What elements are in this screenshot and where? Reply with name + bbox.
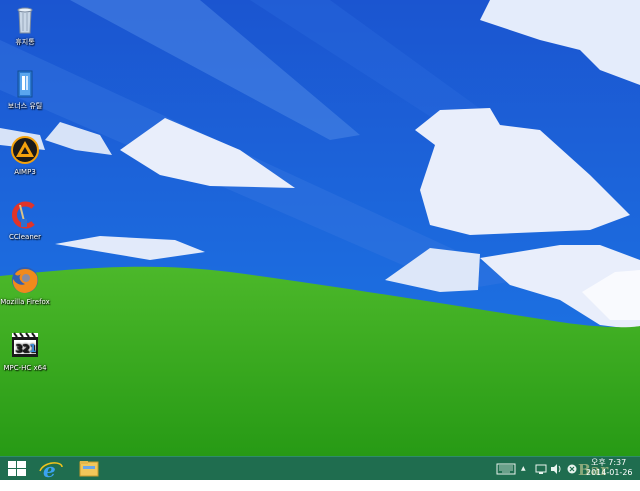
keyboard-icon bbox=[496, 463, 516, 475]
desktop-icon-label: Mozilla Firefox bbox=[0, 298, 50, 306]
internet-explorer-button[interactable]: e bbox=[34, 457, 68, 482]
desktop-icon-label: MPC-HC x64 bbox=[3, 364, 47, 372]
volume-icon bbox=[551, 464, 561, 474]
taskbar: e ▲ Bar 오후 7:37 2014-01-26 bbox=[0, 456, 640, 482]
aimp-icon bbox=[9, 134, 41, 166]
desktop-icon-bonus-utils[interactable]: 보너스 유틸 bbox=[0, 68, 50, 111]
wallpaper bbox=[0, 0, 640, 456]
file-explorer-icon bbox=[79, 461, 99, 477]
desktop-icon-label: CCleaner bbox=[9, 233, 41, 241]
action-center-tray[interactable] bbox=[566, 457, 578, 481]
clock-time: 오후 7:37 bbox=[591, 458, 627, 467]
recycle-bin-icon bbox=[9, 4, 41, 36]
desktop-icon-recycle-bin[interactable]: 휴지통 bbox=[0, 4, 50, 47]
volume-tray[interactable] bbox=[549, 457, 563, 481]
desktop-icon-label: 휴지통 bbox=[15, 38, 35, 46]
show-hidden-icons-button[interactable]: ▲ bbox=[521, 457, 531, 481]
desktop[interactable]: 휴지통 보너스 유틸 AIMP3 CCleaner Mozilla Firefo… bbox=[0, 0, 640, 456]
network-tray[interactable] bbox=[534, 457, 548, 481]
firefox-icon bbox=[9, 264, 41, 296]
desktop-icon-firefox[interactable]: Mozilla Firefox bbox=[0, 264, 50, 307]
desktop-icon-mpc-hc[interactable]: 3 2 1 MPC-HC x64 bbox=[0, 330, 50, 373]
desktop-icon-label: AIMP3 bbox=[14, 168, 36, 176]
overflow-glyph: ▲ bbox=[521, 465, 526, 472]
action-center-icon bbox=[567, 464, 577, 474]
mpc-hc-icon: 3 2 1 bbox=[9, 330, 41, 362]
folder-book-icon bbox=[9, 68, 41, 100]
desktop-icon-aimp3[interactable]: AIMP3 bbox=[0, 134, 50, 177]
svg-text:1: 1 bbox=[29, 342, 37, 355]
network-icon bbox=[535, 464, 547, 474]
internet-explorer-icon: e bbox=[39, 458, 63, 482]
desktop-icon-ccleaner[interactable]: CCleaner bbox=[0, 199, 50, 242]
ccleaner-icon bbox=[9, 199, 41, 231]
file-explorer-button[interactable] bbox=[72, 457, 106, 481]
windows-logo-icon bbox=[8, 461, 26, 476]
desktop-icon-label: 보너스 유틸 bbox=[7, 102, 43, 110]
svg-text:e: e bbox=[43, 458, 56, 481]
start-button[interactable] bbox=[0, 457, 34, 481]
clock-date: 2014-01-26 bbox=[586, 468, 633, 477]
keyboard-tray[interactable] bbox=[495, 457, 517, 481]
